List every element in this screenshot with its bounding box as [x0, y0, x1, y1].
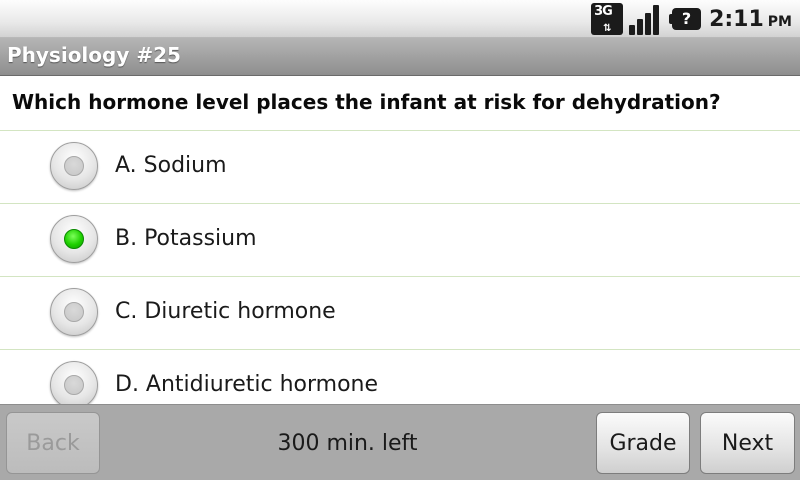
network-3g-icon: 3G ⇅ — [591, 3, 624, 35]
clock-ampm: PM — [767, 13, 792, 30]
radio-button-a[interactable] — [50, 142, 98, 190]
radio-button-c[interactable] — [50, 288, 98, 336]
radio-dot — [64, 302, 84, 322]
radio-dot — [64, 156, 84, 176]
title-bar: Physiology #25 — [0, 38, 800, 76]
network-label: 3G — [594, 4, 613, 19]
bottom-bar: Back 300 min. left Grade Next — [0, 404, 800, 480]
answer-option-b[interactable]: B. Potassium — [0, 204, 800, 277]
page-title: Physiology #25 — [7, 43, 181, 67]
signal-strength-icon — [629, 3, 661, 35]
data-arrows-icon: ⇅ — [603, 23, 612, 34]
radio-button-d[interactable] — [50, 361, 98, 404]
grade-button[interactable]: Grade — [596, 412, 690, 474]
answer-option-a[interactable]: A. Sodium — [0, 131, 800, 204]
answer-option-c[interactable]: C. Diuretic hormone — [0, 277, 800, 350]
answer-option-label: B. Potassium — [115, 226, 257, 251]
signal-bar — [629, 25, 636, 35]
radio-button-b[interactable] — [50, 215, 98, 263]
answer-option-d[interactable]: D. Antidiuretic hormone — [0, 350, 800, 404]
signal-bar — [653, 5, 660, 35]
question-text: Which hormone level places the infant at… — [12, 90, 721, 114]
status-clock: 2:11 PM — [709, 7, 792, 32]
answer-option-label: C. Diuretic hormone — [115, 299, 336, 324]
answer-option-label: A. Sodium — [115, 153, 227, 178]
status-icons: 3G ⇅ ? 2:11 PM — [591, 3, 792, 35]
answer-option-label: D. Antidiuretic hormone — [115, 372, 379, 397]
battery-body: ? — [672, 8, 702, 30]
next-button[interactable]: Next — [700, 412, 795, 474]
answer-options-list[interactable]: A. Sodium B. Potassium C. Diuretic hormo… — [0, 131, 800, 404]
signal-bar — [637, 19, 644, 35]
back-button[interactable]: Back — [6, 412, 100, 474]
status-bar: 3G ⇅ ? 2:11 PM — [0, 0, 800, 38]
time-remaining: 300 min. left — [277, 431, 418, 456]
radio-dot — [64, 375, 84, 395]
battery-unknown-icon: ? — [669, 8, 702, 30]
radio-dot-selected — [64, 229, 84, 249]
clock-time: 2:11 — [709, 6, 764, 32]
signal-bar — [645, 13, 652, 35]
